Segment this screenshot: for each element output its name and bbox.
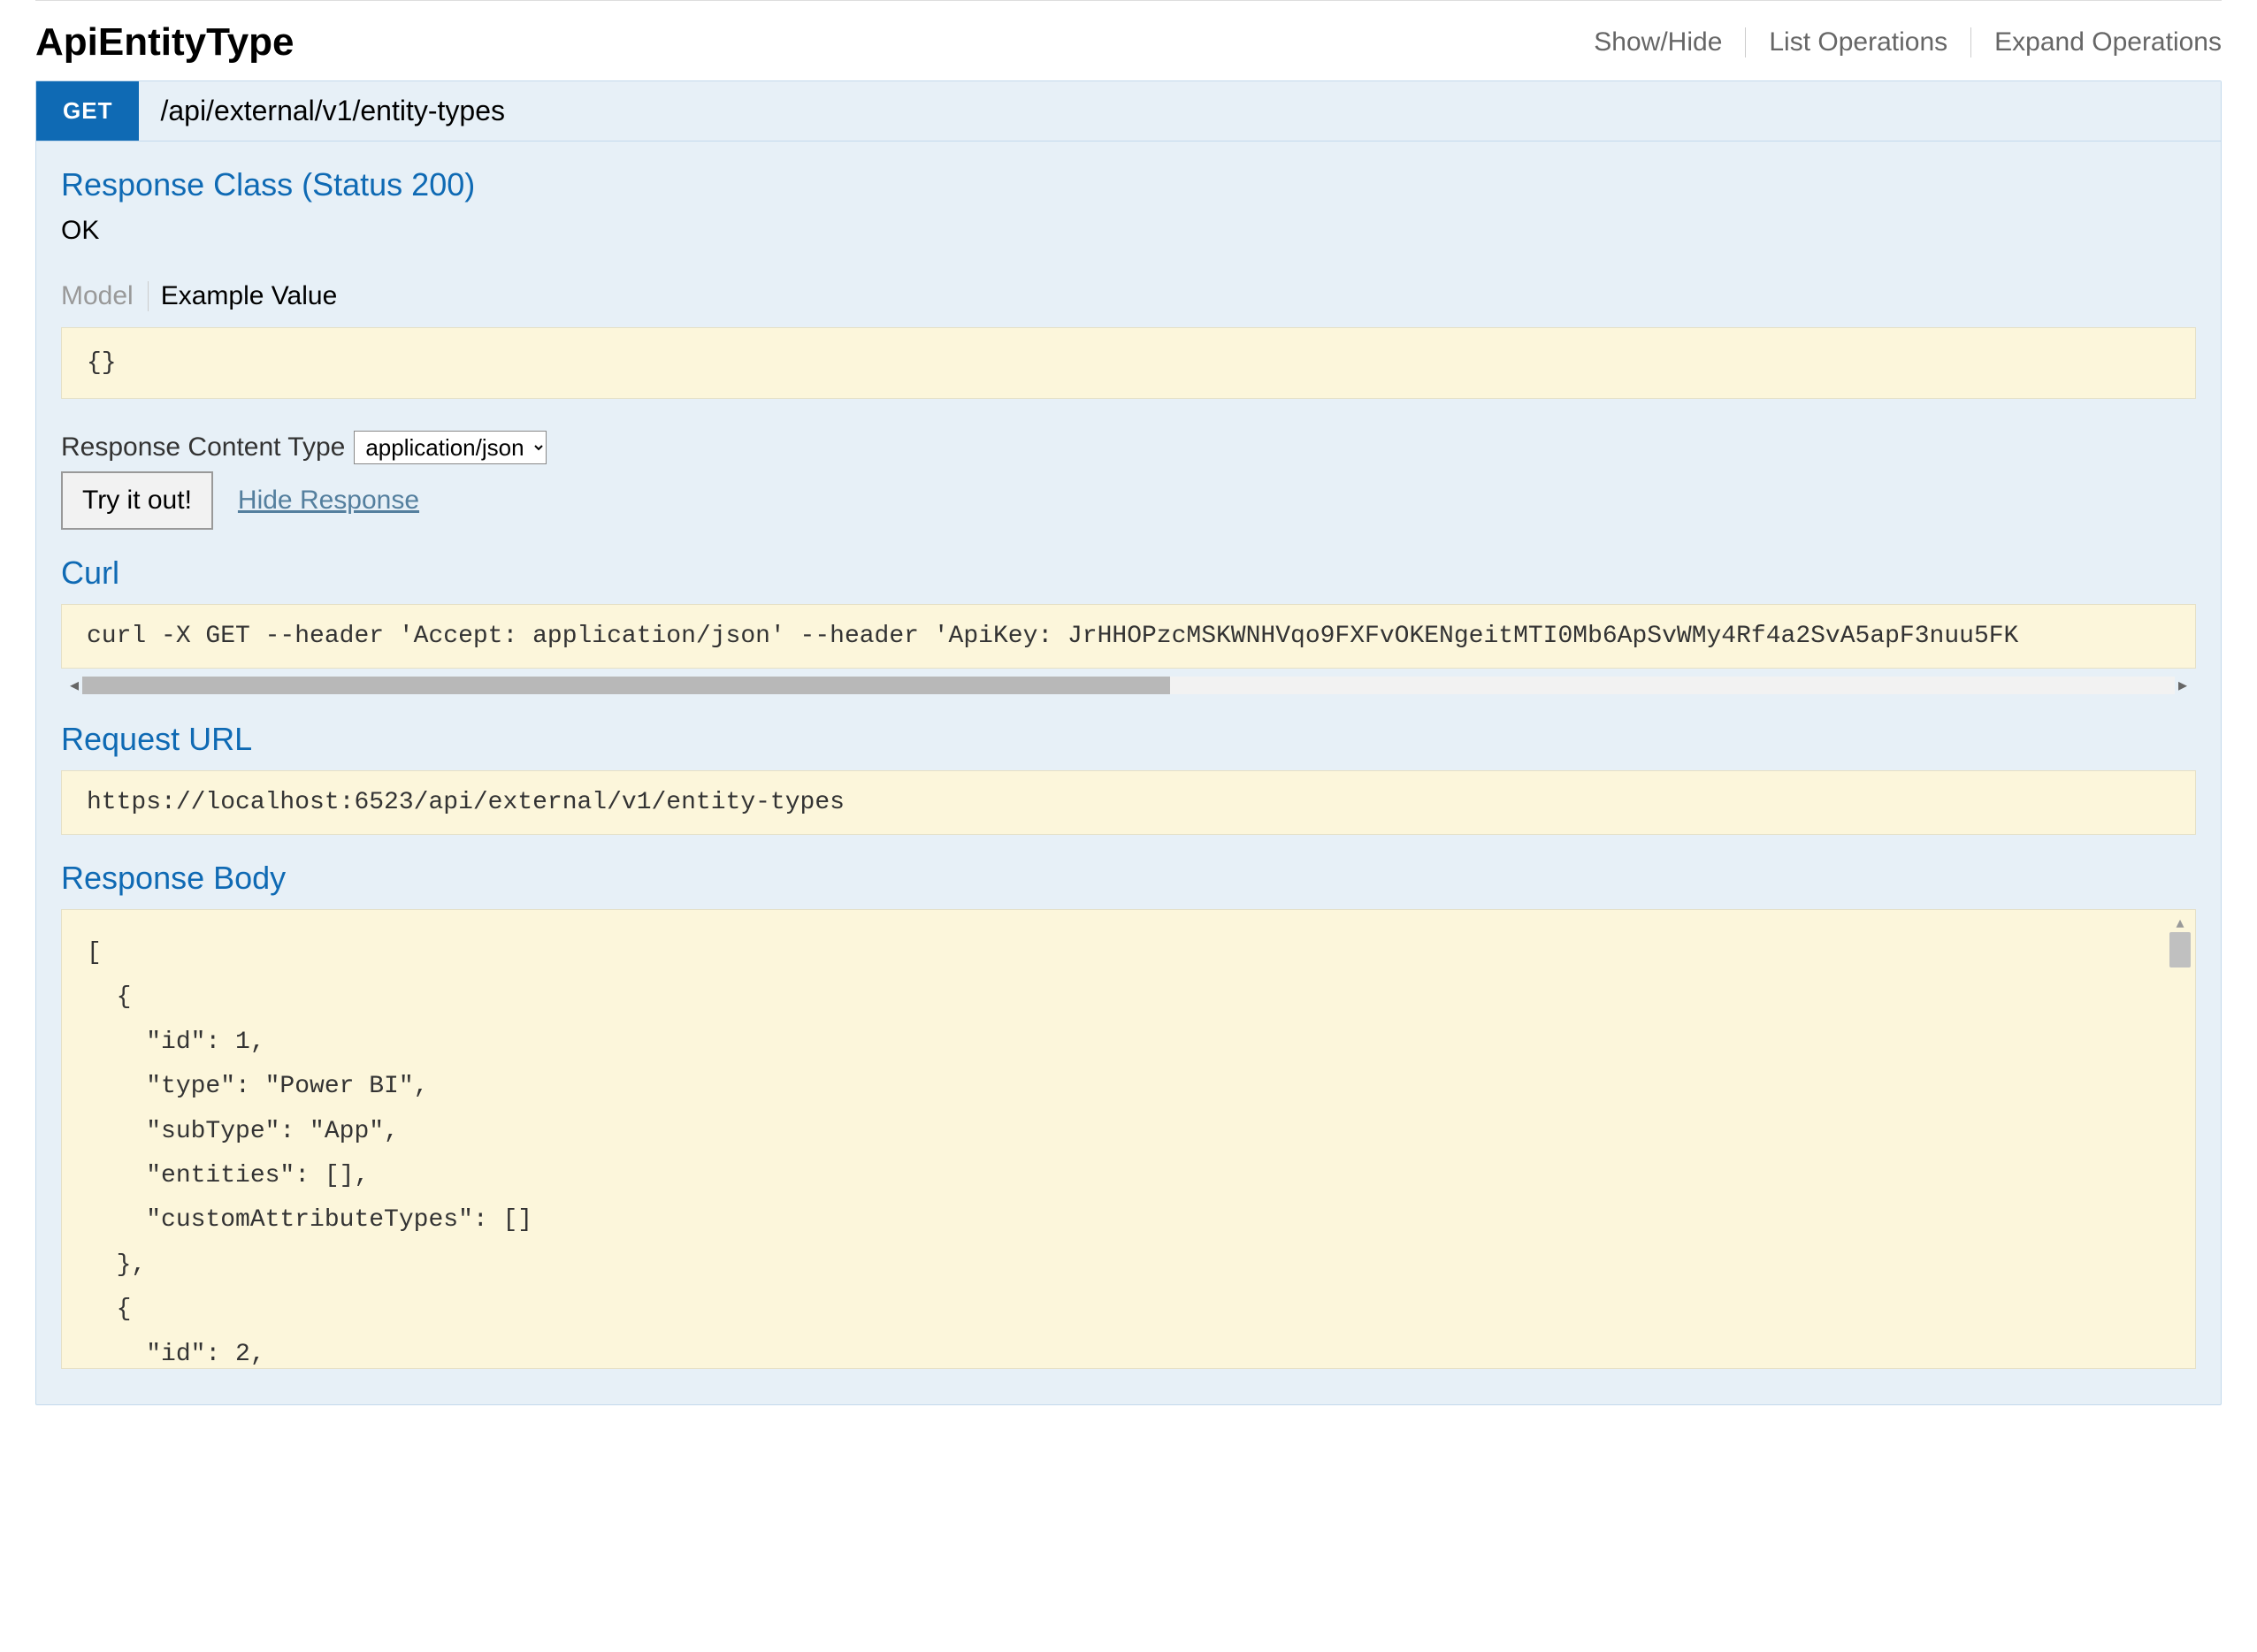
operation-header[interactable]: GET /api/external/v1/entity-types	[36, 81, 2221, 141]
tab-model[interactable]: Model	[61, 278, 148, 315]
vscroll-track[interactable]	[2168, 932, 2192, 1365]
operation-path: /api/external/v1/entity-types	[160, 95, 505, 127]
section-actions: Show/Hide List Operations Expand Operati…	[1571, 27, 2222, 57]
model-example-tabs: Model Example Value	[61, 278, 2196, 315]
content-type-row: Response Content Type application/json	[61, 431, 2196, 464]
vscroll-thumb[interactable]	[2169, 932, 2191, 967]
response-body-wrap: [ { "id": 1, "type": "Power BI", "subTyp…	[61, 909, 2196, 1369]
tab-example-value[interactable]: Example Value	[161, 278, 352, 315]
response-body-vertical-scrollbar[interactable]: ▴	[2168, 913, 2192, 1365]
scroll-left-icon[interactable]: ◂	[66, 674, 82, 696]
operation-body: Response Class (Status 200) OK Model Exa…	[36, 141, 2221, 1404]
hide-response-link[interactable]: Hide Response	[238, 486, 419, 516]
curl-horizontal-scrollbar[interactable]: ◂ ▸	[61, 674, 2196, 696]
response-status-text: OK	[61, 216, 2196, 246]
response-class-heading: Response Class (Status 200)	[61, 166, 2196, 203]
show-hide-link[interactable]: Show/Hide	[1571, 27, 1746, 57]
list-operations-link[interactable]: List Operations	[1746, 27, 1971, 57]
example-value-box[interactable]: {}	[61, 327, 2196, 399]
request-url-heading: Request URL	[61, 721, 2196, 758]
operation-block: GET /api/external/v1/entity-types Respon…	[35, 80, 2222, 1405]
scroll-right-icon[interactable]: ▸	[2175, 674, 2191, 696]
content-type-label: Response Content Type	[61, 432, 345, 463]
content-type-select[interactable]: application/json	[354, 431, 547, 464]
http-method-badge: GET	[36, 81, 139, 141]
response-body-box[interactable]: [ { "id": 1, "type": "Power BI", "subTyp…	[61, 909, 2196, 1369]
curl-heading: Curl	[61, 554, 2196, 592]
try-it-out-button[interactable]: Try it out!	[61, 471, 213, 530]
section-header: ApiEntityType Show/Hide List Operations …	[35, 11, 2222, 80]
scroll-thumb[interactable]	[82, 677, 1170, 694]
try-row: Try it out! Hide Response	[61, 471, 2196, 530]
section-title[interactable]: ApiEntityType	[35, 20, 295, 65]
expand-operations-link[interactable]: Expand Operations	[1971, 27, 2222, 57]
top-divider	[35, 0, 2222, 1]
curl-command-box[interactable]: curl -X GET --header 'Accept: applicatio…	[61, 604, 2196, 669]
scroll-up-icon[interactable]: ▴	[2176, 913, 2184, 932]
tab-divider	[148, 281, 149, 311]
scroll-track[interactable]	[82, 677, 2175, 694]
response-body-heading: Response Body	[61, 860, 2196, 897]
request-url-box[interactable]: https://localhost:6523/api/external/v1/e…	[61, 770, 2196, 835]
